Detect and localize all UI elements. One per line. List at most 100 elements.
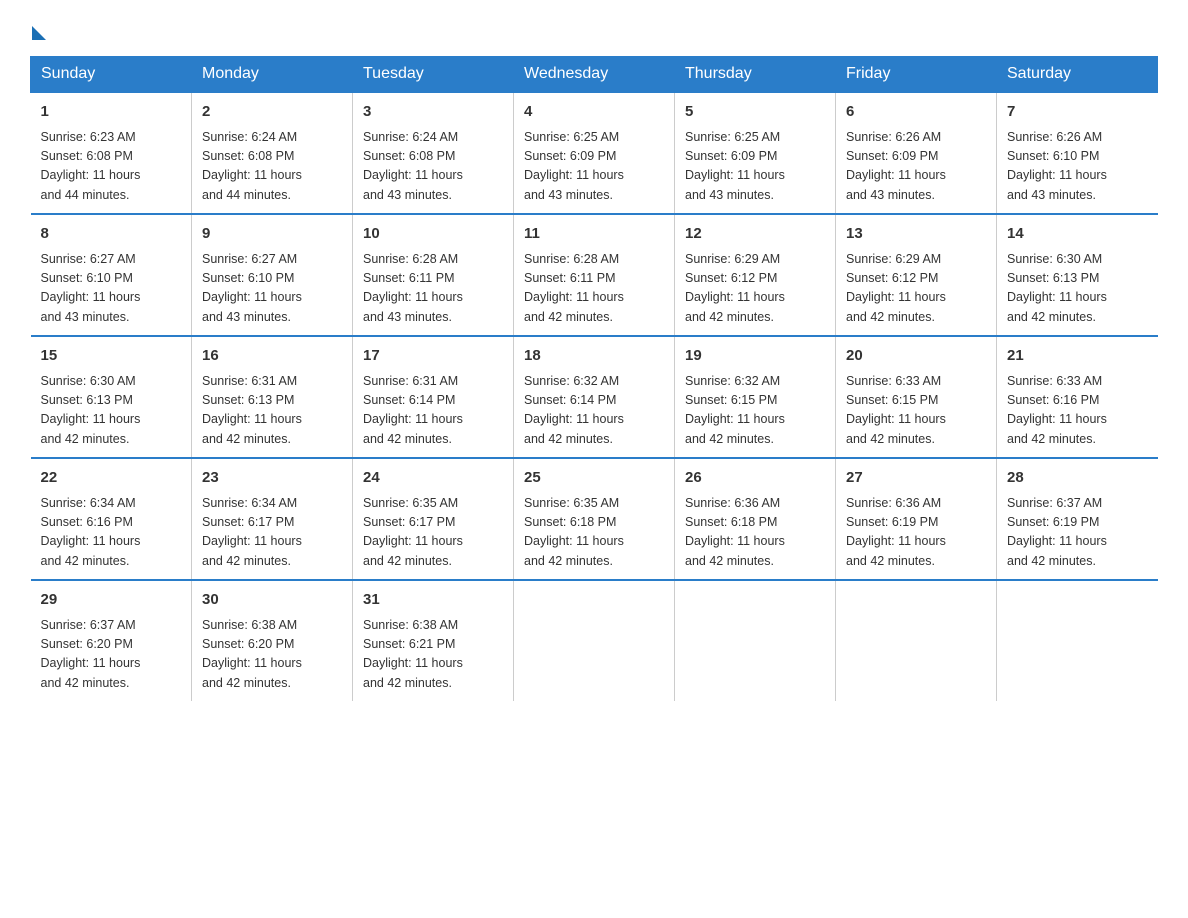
day-info: Sunrise: 6:23 AMSunset: 6:08 PMDaylight:… [41, 128, 182, 206]
calendar-week-row-1: 1 Sunrise: 6:23 AMSunset: 6:08 PMDaylight… [31, 92, 1158, 214]
day-number: 2 [202, 101, 342, 124]
day-number: 20 [846, 345, 986, 368]
logo [30, 20, 46, 36]
calendar-cell [997, 580, 1158, 701]
weekday-header-tuesday: Tuesday [353, 57, 514, 93]
calendar-week-row-4: 22 Sunrise: 6:34 AMSunset: 6:16 PMDayligh… [31, 458, 1158, 580]
day-info: Sunrise: 6:32 AMSunset: 6:15 PMDaylight:… [685, 372, 825, 450]
calendar-cell: 22 Sunrise: 6:34 AMSunset: 6:16 PMDayligh… [31, 458, 192, 580]
calendar-cell: 21 Sunrise: 6:33 AMSunset: 6:16 PMDayligh… [997, 336, 1158, 458]
page-header [30, 20, 1158, 36]
calendar-table: SundayMondayTuesdayWednesdayThursdayFrid… [30, 56, 1158, 701]
calendar-cell: 8 Sunrise: 6:27 AMSunset: 6:10 PMDaylight… [31, 214, 192, 336]
day-number: 1 [41, 101, 182, 124]
day-number: 18 [524, 345, 664, 368]
day-number: 7 [1007, 101, 1148, 124]
day-info: Sunrise: 6:26 AMSunset: 6:09 PMDaylight:… [846, 128, 986, 206]
calendar-cell: 11 Sunrise: 6:28 AMSunset: 6:11 PMDayligh… [514, 214, 675, 336]
calendar-week-row-2: 8 Sunrise: 6:27 AMSunset: 6:10 PMDaylight… [31, 214, 1158, 336]
day-info: Sunrise: 6:27 AMSunset: 6:10 PMDaylight:… [202, 250, 342, 328]
weekday-header-thursday: Thursday [675, 57, 836, 93]
day-info: Sunrise: 6:24 AMSunset: 6:08 PMDaylight:… [363, 128, 503, 206]
day-number: 10 [363, 223, 503, 246]
day-info: Sunrise: 6:33 AMSunset: 6:15 PMDaylight:… [846, 372, 986, 450]
calendar-cell: 17 Sunrise: 6:31 AMSunset: 6:14 PMDayligh… [353, 336, 514, 458]
day-number: 13 [846, 223, 986, 246]
day-info: Sunrise: 6:28 AMSunset: 6:11 PMDaylight:… [363, 250, 503, 328]
calendar-cell: 9 Sunrise: 6:27 AMSunset: 6:10 PMDaylight… [192, 214, 353, 336]
calendar-cell: 19 Sunrise: 6:32 AMSunset: 6:15 PMDayligh… [675, 336, 836, 458]
calendar-cell: 3 Sunrise: 6:24 AMSunset: 6:08 PMDaylight… [353, 92, 514, 214]
day-info: Sunrise: 6:38 AMSunset: 6:21 PMDaylight:… [363, 616, 503, 694]
day-info: Sunrise: 6:28 AMSunset: 6:11 PMDaylight:… [524, 250, 664, 328]
day-number: 17 [363, 345, 503, 368]
day-number: 29 [41, 589, 182, 612]
calendar-cell: 23 Sunrise: 6:34 AMSunset: 6:17 PMDayligh… [192, 458, 353, 580]
calendar-cell: 30Sunrise: 6:38 AMSunset: 6:20 PMDayligh… [192, 580, 353, 701]
calendar-cell: 5Sunrise: 6:25 AMSunset: 6:09 PMDaylight… [675, 92, 836, 214]
day-info: Sunrise: 6:35 AMSunset: 6:18 PMDaylight:… [524, 494, 664, 572]
day-number: 31 [363, 589, 503, 612]
calendar-cell [675, 580, 836, 701]
calendar-cell: 31 Sunrise: 6:38 AMSunset: 6:21 PMDayligh… [353, 580, 514, 701]
day-number: 3 [363, 101, 503, 124]
day-info: Sunrise: 6:30 AMSunset: 6:13 PMDaylight:… [41, 372, 182, 450]
day-number: 14 [1007, 223, 1148, 246]
calendar-cell: 6 Sunrise: 6:26 AMSunset: 6:09 PMDaylight… [836, 92, 997, 214]
day-number: 8 [41, 223, 182, 246]
day-info: Sunrise: 6:24 AMSunset: 6:08 PMDaylight:… [202, 128, 342, 206]
day-number: 22 [41, 467, 182, 490]
day-number: 11 [524, 223, 664, 246]
calendar-cell: 20 Sunrise: 6:33 AMSunset: 6:15 PMDayligh… [836, 336, 997, 458]
day-info: Sunrise: 6:26 AMSunset: 6:10 PMDaylight:… [1007, 128, 1148, 206]
day-info: Sunrise: 6:30 AMSunset: 6:13 PMDaylight:… [1007, 250, 1148, 328]
calendar-cell: 26Sunrise: 6:36 AMSunset: 6:18 PMDayligh… [675, 458, 836, 580]
calendar-cell: 24 Sunrise: 6:35 AMSunset: 6:17 PMDayligh… [353, 458, 514, 580]
calendar-cell: 25 Sunrise: 6:35 AMSunset: 6:18 PMDayligh… [514, 458, 675, 580]
day-info: Sunrise: 6:27 AMSunset: 6:10 PMDaylight:… [41, 250, 182, 328]
day-info: Sunrise: 6:37 AMSunset: 6:20 PMDaylight:… [41, 616, 182, 694]
day-info: Sunrise: 6:25 AMSunset: 6:09 PMDaylight:… [524, 128, 664, 206]
weekday-header-wednesday: Wednesday [514, 57, 675, 93]
day-number: 5 [685, 101, 825, 124]
day-info: Sunrise: 6:35 AMSunset: 6:17 PMDaylight:… [363, 494, 503, 572]
day-number: 30 [202, 589, 342, 612]
day-number: 16 [202, 345, 342, 368]
day-number: 28 [1007, 467, 1148, 490]
day-info: Sunrise: 6:31 AMSunset: 6:14 PMDaylight:… [363, 372, 503, 450]
day-number: 6 [846, 101, 986, 124]
day-number: 4 [524, 101, 664, 124]
day-number: 9 [202, 223, 342, 246]
calendar-cell: 2 Sunrise: 6:24 AMSunset: 6:08 PMDaylight… [192, 92, 353, 214]
calendar-cell: 15Sunrise: 6:30 AMSunset: 6:13 PMDayligh… [31, 336, 192, 458]
logo-arrow-icon [32, 26, 46, 40]
weekday-header-monday: Monday [192, 57, 353, 93]
day-number: 25 [524, 467, 664, 490]
calendar-cell: 1 Sunrise: 6:23 AMSunset: 6:08 PMDaylight… [31, 92, 192, 214]
day-info: Sunrise: 6:32 AMSunset: 6:14 PMDaylight:… [524, 372, 664, 450]
calendar-cell: 4 Sunrise: 6:25 AMSunset: 6:09 PMDaylight… [514, 92, 675, 214]
calendar-cell: 16Sunrise: 6:31 AMSunset: 6:13 PMDayligh… [192, 336, 353, 458]
calendar-cell: 7 Sunrise: 6:26 AMSunset: 6:10 PMDaylight… [997, 92, 1158, 214]
calendar-cell: 27 Sunrise: 6:36 AMSunset: 6:19 PMDayligh… [836, 458, 997, 580]
calendar-cell: 28 Sunrise: 6:37 AMSunset: 6:19 PMDayligh… [997, 458, 1158, 580]
day-number: 24 [363, 467, 503, 490]
day-info: Sunrise: 6:36 AMSunset: 6:18 PMDaylight:… [685, 494, 825, 572]
calendar-week-row-3: 15Sunrise: 6:30 AMSunset: 6:13 PMDayligh… [31, 336, 1158, 458]
day-number: 19 [685, 345, 825, 368]
weekday-header-sunday: Sunday [31, 57, 192, 93]
calendar-cell [514, 580, 675, 701]
day-info: Sunrise: 6:33 AMSunset: 6:16 PMDaylight:… [1007, 372, 1148, 450]
calendar-cell: 14 Sunrise: 6:30 AMSunset: 6:13 PMDayligh… [997, 214, 1158, 336]
day-number: 23 [202, 467, 342, 490]
day-number: 21 [1007, 345, 1148, 368]
day-info: Sunrise: 6:36 AMSunset: 6:19 PMDaylight:… [846, 494, 986, 572]
day-number: 27 [846, 467, 986, 490]
weekday-header-row: SundayMondayTuesdayWednesdayThursdayFrid… [31, 57, 1158, 93]
calendar-cell [836, 580, 997, 701]
day-info: Sunrise: 6:34 AMSunset: 6:16 PMDaylight:… [41, 494, 182, 572]
day-info: Sunrise: 6:34 AMSunset: 6:17 PMDaylight:… [202, 494, 342, 572]
day-number: 12 [685, 223, 825, 246]
day-info: Sunrise: 6:37 AMSunset: 6:19 PMDaylight:… [1007, 494, 1148, 572]
weekday-header-friday: Friday [836, 57, 997, 93]
